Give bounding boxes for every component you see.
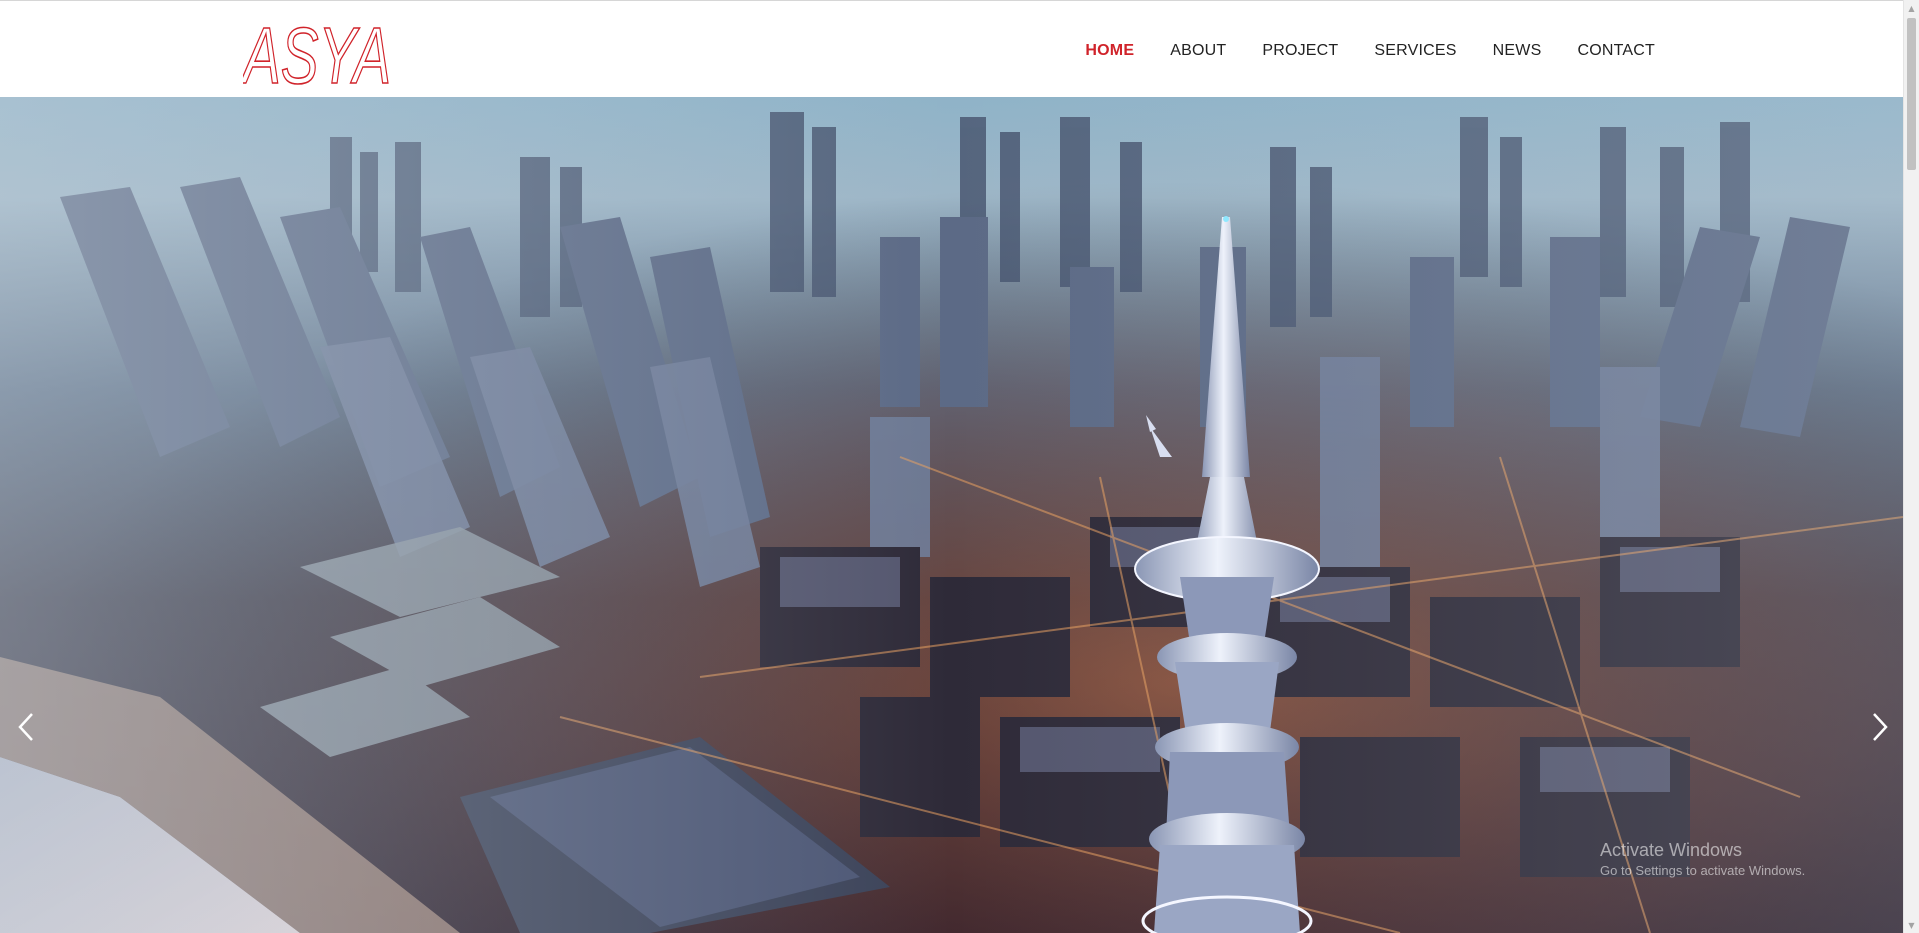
nav-about[interactable]: ABOUT [1170, 39, 1226, 63]
activate-windows-watermark: Activate Windows Go to Settings to activ… [1600, 838, 1805, 880]
logo-wordmark: ASYA [243, 13, 392, 89]
nav-project[interactable]: PROJECT [1262, 39, 1338, 63]
slider-next-button[interactable] [1860, 697, 1900, 757]
page: ASYA HOME ABOUT PROJECT SERVICES NEWS CO… [0, 0, 1919, 933]
logo-text: ASYA [243, 13, 391, 89]
slider-prev-button[interactable] [6, 697, 46, 757]
hero-image [0, 97, 1903, 933]
nav-home[interactable]: HOME [1085, 39, 1134, 63]
nav-contact[interactable]: CONTACT [1577, 39, 1655, 63]
scroll-up-icon[interactable]: ▲ [1904, 0, 1919, 16]
main-nav: HOME ABOUT PROJECT SERVICES NEWS CONTACT [1085, 39, 1655, 63]
scroll-down-icon[interactable]: ▼ [1904, 917, 1919, 933]
chevron-left-icon [18, 713, 33, 741]
chevron-right-icon [1873, 713, 1888, 741]
scroll-thumb[interactable] [1907, 18, 1916, 170]
vertical-scrollbar[interactable]: ▲ ▼ [1903, 0, 1919, 933]
nav-news[interactable]: NEWS [1493, 39, 1542, 63]
site-header: ASYA HOME ABOUT PROJECT SERVICES NEWS CO… [0, 0, 1903, 97]
nav-services[interactable]: SERVICES [1374, 39, 1456, 63]
brand-logo[interactable]: ASYA [243, 13, 393, 89]
watermark-title: Activate Windows [1600, 840, 1743, 860]
watermark-subtitle: Go to Settings to activate Windows. [1600, 863, 1806, 878]
hero-slider [0, 97, 1903, 933]
